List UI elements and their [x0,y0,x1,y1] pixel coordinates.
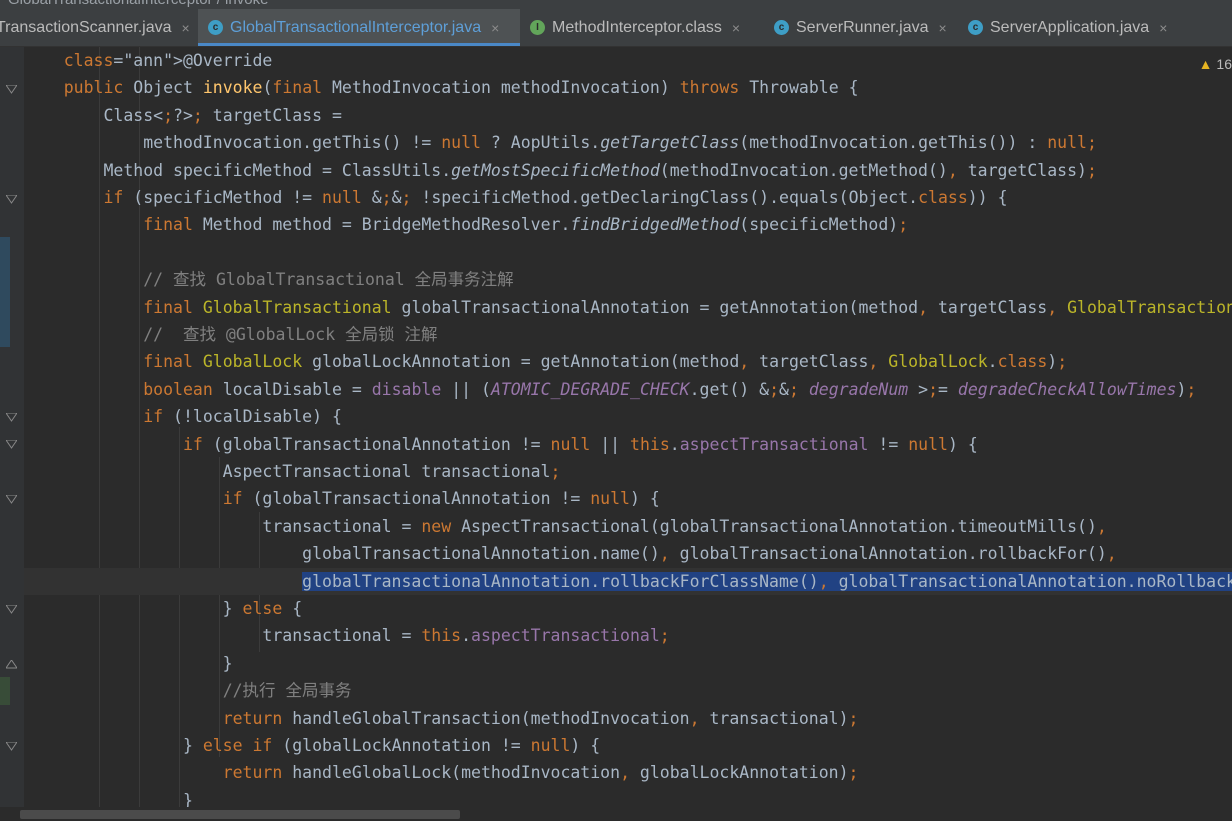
code-line[interactable]: Class<;?>; targetClass = [24,102,1232,130]
close-icon[interactable]: × [1159,20,1167,36]
code-line[interactable]: methodInvocation.getThis() != null ? Aop… [24,129,1232,157]
code-line[interactable]: final Method method = BridgeMethodResolv… [24,211,1232,239]
code-line[interactable]: transactional = new AspectTransactional(… [24,513,1232,541]
tab-label: ServerApplication.java [990,18,1150,36]
close-icon[interactable]: × [182,20,190,36]
fold-icon[interactable] [6,605,17,614]
fold-icon[interactable] [6,742,17,751]
code-line[interactable]: // 查找 GlobalTransactional 全局事务注解 [24,266,1232,294]
change-marker-added [0,677,10,705]
tab-server-runner[interactable]: c ServerRunner.java × [764,9,958,46]
code-line[interactable]: if (!localDisable) { [24,403,1232,431]
code-editor[interactable]: class="ann">@Override public Object invo… [24,47,1232,807]
code-line[interactable]: } [24,650,1232,678]
fold-icon[interactable] [6,660,17,669]
editor-tab-bar: TransactionScanner.java × c GlobalTransa… [0,9,1232,47]
close-icon[interactable]: × [939,20,947,36]
tab-label: ServerRunner.java [796,18,929,36]
tab-label: GlobalTransactionalInterceptor.java [230,18,482,36]
code-line[interactable]: AspectTransactional transactional; [24,458,1232,486]
interface-icon: I [530,20,545,35]
close-icon[interactable]: × [491,20,499,36]
tab-label: MethodInterceptor.class [552,18,722,36]
code-line[interactable]: class="ann">@Override [24,47,1232,75]
tab-method-interceptor[interactable]: I MethodInterceptor.class × [520,9,764,46]
breadcrumb-text: GlobalTransactionalInterceptor / invoke [8,0,268,8]
fold-icon[interactable] [6,195,17,204]
code-line[interactable]: public Object invoke(final MethodInvocat… [24,74,1232,102]
code-line[interactable]: return handleGlobalTransaction(methodInv… [24,705,1232,733]
tab-label: TransactionScanner.java [0,18,172,36]
code-line[interactable]: globalTransactionalAnnotation.name(), gl… [24,540,1232,568]
horizontal-scrollbar[interactable] [0,807,1232,821]
breadcrumb: GlobalTransactionalInterceptor / invoke [0,0,1232,9]
code-line[interactable]: // 查找 @GlobalLock 全局锁 注解 [24,321,1232,349]
scrollbar-thumb[interactable] [20,810,460,819]
code-line[interactable]: final GlobalTransactional globalTransact… [24,294,1232,322]
code-line[interactable]: if (globalTransactionalAnnotation != nul… [24,431,1232,459]
fold-icon[interactable] [6,440,17,449]
code-line[interactable]: Method specificMethod = ClassUtils.getMo… [24,157,1232,185]
class-icon: c [208,20,223,35]
warning-icon: ▲ [1198,56,1213,72]
code-line[interactable]: globalTransactionalAnnotation.rollbackFo… [24,567,1232,596]
change-marker-modified [0,237,10,347]
code-line[interactable]: boolean localDisable = disable || (ATOMI… [24,376,1232,404]
spring-class-icon: c [968,20,983,35]
fold-icon[interactable] [6,413,17,422]
code-line[interactable] [24,239,1232,267]
close-icon[interactable]: × [732,20,740,36]
code-line[interactable]: } else if (globalLockAnnotation != null)… [24,732,1232,760]
code-line[interactable]: if (globalTransactionalAnnotation != nul… [24,485,1232,513]
tab-transaction-scanner[interactable]: TransactionScanner.java × [0,9,196,46]
class-icon: c [774,20,789,35]
code-line[interactable]: } else { [24,595,1232,623]
code-line[interactable]: final GlobalLock globalLockAnnotation = … [24,348,1232,376]
code-line[interactable]: } [24,787,1232,807]
editor-gutter [0,47,24,807]
code-line[interactable]: return handleGlobalLock(methodInvocation… [24,759,1232,787]
code-line[interactable]: if (specificMethod != null &;&; !specifi… [24,184,1232,212]
code-line[interactable]: //执行 全局事务 [24,677,1232,705]
tab-server-application[interactable]: c ServerApplication.java × [958,9,1190,46]
warning-count: 16 [1216,56,1232,72]
code-line[interactable]: transactional = this.aspectTransactional… [24,622,1232,650]
fold-icon[interactable] [6,85,17,94]
fold-icon[interactable] [6,495,17,504]
tab-global-transactional-interceptor[interactable]: c GlobalTransactionalInterceptor.java × [198,9,520,46]
inspection-warnings[interactable]: ▲ 16 [1199,56,1232,72]
